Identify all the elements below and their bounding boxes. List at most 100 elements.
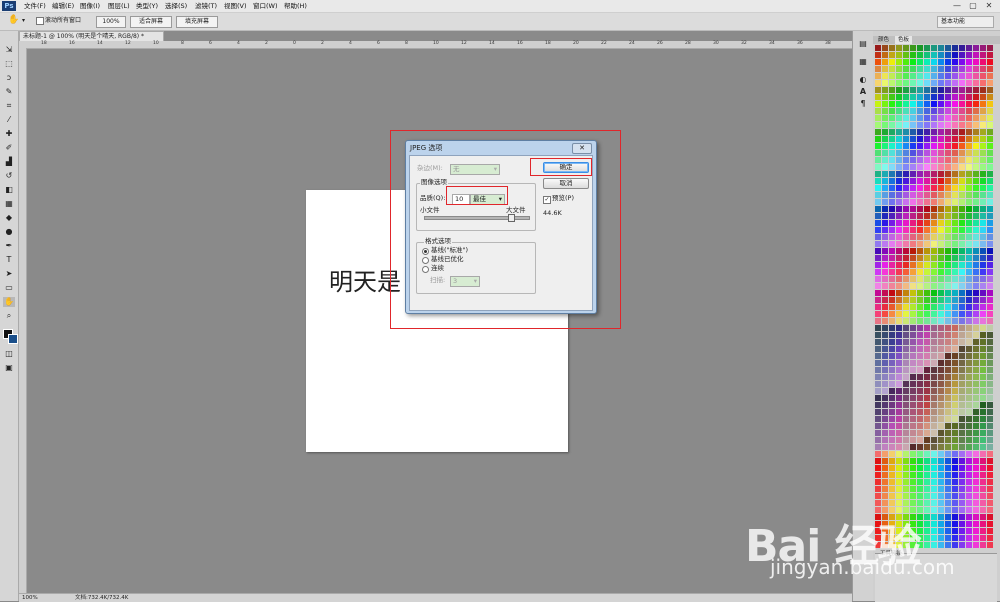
color-swatch[interactable] xyxy=(875,458,881,464)
color-swatch[interactable] xyxy=(910,45,916,51)
color-swatch[interactable] xyxy=(924,115,930,121)
minimize-button[interactable]: — xyxy=(950,0,964,11)
color-swatch[interactable] xyxy=(945,283,951,289)
color-swatch[interactable] xyxy=(938,199,944,205)
color-swatch[interactable] xyxy=(882,94,888,100)
color-swatch[interactable] xyxy=(924,234,930,240)
color-swatch[interactable] xyxy=(903,486,909,492)
color-swatch[interactable] xyxy=(903,283,909,289)
color-swatch[interactable] xyxy=(917,353,923,359)
color-swatch[interactable] xyxy=(903,367,909,373)
color-swatch[interactable] xyxy=(931,318,937,324)
color-swatch[interactable] xyxy=(938,171,944,177)
color-swatch[interactable] xyxy=(966,458,972,464)
color-swatch[interactable] xyxy=(959,542,965,548)
color-swatch[interactable] xyxy=(973,311,979,317)
color-swatch[interactable] xyxy=(945,213,951,219)
color-swatch[interactable] xyxy=(973,136,979,142)
workspace-select[interactable]: 基本功能 xyxy=(937,16,994,28)
color-swatch[interactable] xyxy=(938,353,944,359)
color-swatch[interactable] xyxy=(973,122,979,128)
color-swatch[interactable] xyxy=(980,325,986,331)
color-swatch[interactable] xyxy=(896,332,902,338)
color-swatch[interactable] xyxy=(938,388,944,394)
color-swatch[interactable] xyxy=(931,269,937,275)
color-swatch[interactable] xyxy=(903,129,909,135)
color-swatch[interactable] xyxy=(917,423,923,429)
color-swatch[interactable] xyxy=(882,479,888,485)
color-swatch[interactable] xyxy=(966,381,972,387)
color-swatch[interactable] xyxy=(889,87,895,93)
color-swatch[interactable] xyxy=(910,213,916,219)
color-swatch[interactable] xyxy=(987,283,993,289)
color-swatch[interactable] xyxy=(924,374,930,380)
color-swatch[interactable] xyxy=(910,416,916,422)
color-swatch[interactable] xyxy=(924,451,930,457)
color-swatch[interactable] xyxy=(903,45,909,51)
color-swatch[interactable] xyxy=(987,94,993,100)
color-swatch[interactable] xyxy=(924,318,930,324)
color-swatch[interactable] xyxy=(917,255,923,261)
color-swatch[interactable] xyxy=(903,59,909,65)
color-swatch[interactable] xyxy=(945,227,951,233)
color-swatch[interactable] xyxy=(952,339,958,345)
color-swatch[interactable] xyxy=(924,500,930,506)
hand-tool-icon[interactable]: ✋ xyxy=(8,15,19,25)
color-swatch[interactable] xyxy=(875,325,881,331)
color-swatch[interactable] xyxy=(896,346,902,352)
color-swatch[interactable] xyxy=(959,66,965,72)
color-swatch[interactable] xyxy=(966,535,972,541)
color-swatch[interactable] xyxy=(889,227,895,233)
color-swatch[interactable] xyxy=(980,52,986,58)
color-swatch[interactable] xyxy=(966,465,972,471)
color-swatch[interactable] xyxy=(917,178,923,184)
color-swatch[interactable] xyxy=(882,381,888,387)
color-swatch[interactable] xyxy=(973,276,979,282)
color-swatch[interactable] xyxy=(980,416,986,422)
color-swatch[interactable] xyxy=(952,248,958,254)
color-swatch[interactable] xyxy=(931,262,937,268)
color-swatch[interactable] xyxy=(917,416,923,422)
color-swatch[interactable] xyxy=(938,528,944,534)
color-swatch[interactable] xyxy=(980,493,986,499)
color-swatch[interactable] xyxy=(980,451,986,457)
color-swatch[interactable] xyxy=(980,395,986,401)
color-swatch[interactable] xyxy=(931,276,937,282)
color-swatch[interactable] xyxy=(910,367,916,373)
color-swatch[interactable] xyxy=(959,388,965,394)
color-swatch[interactable] xyxy=(952,45,958,51)
color-swatch[interactable] xyxy=(952,220,958,226)
color-swatch[interactable] xyxy=(973,150,979,156)
color-swatch[interactable] xyxy=(931,437,937,443)
color-swatch[interactable] xyxy=(889,423,895,429)
color-swatch[interactable] xyxy=(945,514,951,520)
color-swatch[interactable] xyxy=(882,325,888,331)
color-swatch[interactable] xyxy=(987,248,993,254)
color-swatch[interactable] xyxy=(903,248,909,254)
color-swatch[interactable] xyxy=(966,416,972,422)
color-swatch[interactable] xyxy=(875,52,881,58)
color-swatch[interactable] xyxy=(917,52,923,58)
color-swatch[interactable] xyxy=(903,52,909,58)
color-swatch[interactable] xyxy=(938,500,944,506)
color-swatch[interactable] xyxy=(980,500,986,506)
color-swatch[interactable] xyxy=(917,45,923,51)
color-swatch[interactable] xyxy=(987,136,993,142)
color-swatch[interactable] xyxy=(945,353,951,359)
color-swatch[interactable] xyxy=(987,332,993,338)
color-swatch[interactable] xyxy=(889,465,895,471)
color-swatch[interactable] xyxy=(987,157,993,163)
color-swatch[interactable] xyxy=(924,129,930,135)
color-swatch[interactable] xyxy=(875,164,881,170)
color-swatch[interactable] xyxy=(903,255,909,261)
color-swatch[interactable] xyxy=(882,199,888,205)
color-swatch[interactable] xyxy=(973,178,979,184)
color-swatch[interactable] xyxy=(952,395,958,401)
color-swatch[interactable] xyxy=(910,80,916,86)
color-swatch[interactable] xyxy=(903,423,909,429)
color-swatch[interactable] xyxy=(952,52,958,58)
color-swatch[interactable] xyxy=(903,311,909,317)
color-swatch[interactable] xyxy=(966,59,972,65)
color-swatch[interactable] xyxy=(882,206,888,212)
color-swatch[interactable] xyxy=(959,507,965,513)
